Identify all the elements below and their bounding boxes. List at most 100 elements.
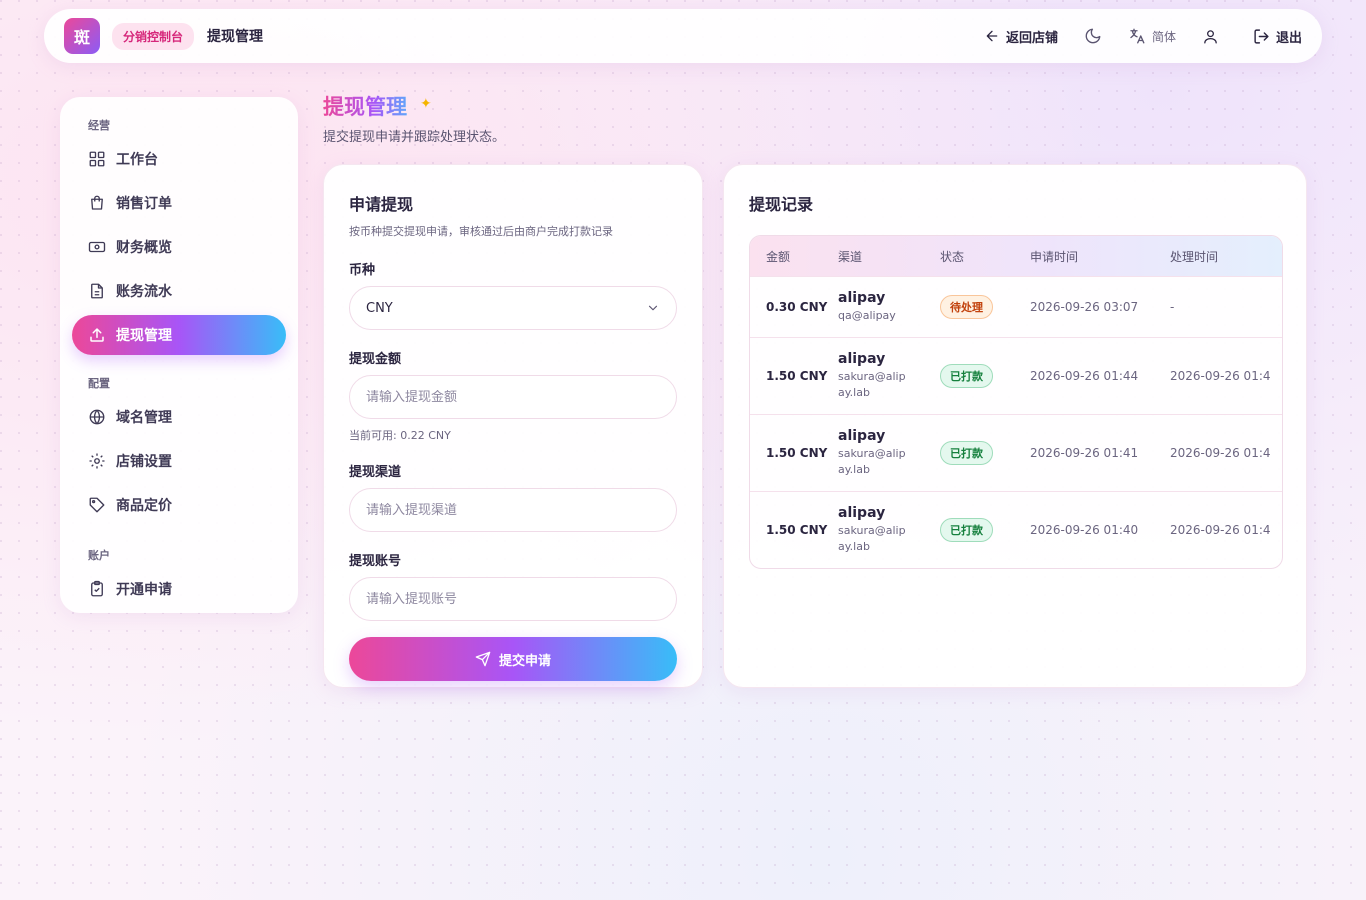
channel-field-wrap (349, 488, 677, 532)
row-applied-at: 2026-09-26 01:44 (1030, 369, 1139, 383)
row-channel-account: qa@alipay (838, 309, 896, 322)
send-icon (475, 651, 499, 667)
row-channel-account: sakura@alipay.lab (838, 447, 906, 476)
page-title: 提现管理 (323, 91, 407, 121)
row-amount: 0.30 CNY (766, 300, 828, 314)
sidebar-item-label: 店铺设置 (116, 454, 172, 470)
column-header: 状态 (940, 249, 965, 264)
amount-field-wrap (349, 375, 677, 419)
row-channel-account: sakura@alipay.lab (838, 370, 906, 399)
sidebar-item-dashboard[interactable]: 工作台 (72, 139, 286, 179)
back-to-store-label: 返回店铺 (1005, 30, 1058, 46)
page-subtitle: 提交提现申请并跟踪处理状态。 (323, 130, 506, 145)
account-label: 提现账号 (349, 554, 402, 569)
chevron-down-icon (646, 301, 660, 315)
sparkle-icon: ✦ (420, 96, 432, 112)
globe-icon (88, 408, 116, 426)
sidebar-item-label: 域名管理 (116, 410, 172, 426)
clipboard-check-icon (88, 580, 116, 598)
sidebar-item-label: 提现管理 (116, 328, 172, 344)
column-header: 申请时间 (1030, 249, 1079, 264)
status-badge: 已打款 (940, 518, 993, 542)
submit-label: 提交申请 (498, 653, 551, 669)
records-table: 金额 渠道 状态 申请时间 处理时间 0.30 CNY alipay qa@al… (749, 235, 1283, 569)
withdraw-records-card: 提现记录 金额 渠道 状态 申请时间 处理时间 0.30 CNY alipay … (723, 164, 1307, 688)
app-logo[interactable]: 斑 (64, 18, 100, 54)
row-channel-name: alipay (838, 290, 886, 306)
row-channel-name: alipay (838, 505, 886, 521)
status-badge: 已打款 (940, 441, 993, 465)
row-channel: alipay sakura@alipay.lab (838, 351, 940, 401)
logout-label: 退出 (1275, 30, 1302, 46)
logout-icon (1253, 28, 1276, 45)
sidebar-item-sales-orders[interactable]: 销售订单 (72, 183, 286, 223)
top-actions: 返回店铺 简体 退出 (984, 27, 1302, 46)
row-channel: alipay sakura@alipay.lab (838, 428, 940, 478)
row-applied-at: 2026-09-26 03:07 (1030, 300, 1139, 314)
sidebar-item-withdrawals[interactable]: 提现管理 (72, 315, 286, 355)
currency-value: CNY (366, 300, 393, 316)
table-header: 金额 渠道 状态 申请时间 处理时间 (750, 236, 1282, 276)
user-icon (1202, 28, 1225, 45)
sidebar-item-store-settings[interactable]: 店铺设置 (72, 441, 286, 481)
sidebar-group-label: 经营 (88, 119, 110, 132)
column-header: 处理时间 (1170, 249, 1219, 264)
language-label: 简体 (1151, 29, 1176, 44)
sidebar-item-domains[interactable]: 域名管理 (72, 397, 286, 437)
table-row: 1.50 CNY alipay sakura@alipay.lab 已打款 20… (750, 491, 1282, 568)
shopping-bag-icon (88, 194, 116, 212)
apply-card-title: 申请提现 (349, 195, 414, 214)
apply-card-description: 按币种提交提现申请，审核通过后由商户完成打款记录 (349, 225, 613, 238)
sidebar-item-label: 工作台 (116, 152, 158, 168)
table-row: 1.50 CNY alipay sakura@alipay.lab 已打款 20… (750, 414, 1282, 491)
account-field-wrap (349, 577, 677, 621)
amount-label: 提现金额 (349, 352, 402, 367)
sidebar-group-label: 配置 (88, 377, 110, 390)
user-profile-button[interactable] (1202, 28, 1225, 45)
banknote-icon (88, 238, 116, 256)
available-balance-hint: 当前可用: 0.22 CNY (349, 429, 451, 442)
row-amount: 1.50 CNY (766, 446, 828, 460)
sidebar-group-label: 账户 (88, 549, 110, 562)
amount-input[interactable] (366, 389, 660, 405)
row-channel-name: alipay (838, 428, 886, 444)
top-bar: 斑 分销控制台 提现管理 返回店铺 简体 退出 (44, 9, 1322, 63)
row-processed-at: 2026-09-26 01:4 (1170, 523, 1271, 537)
gear-icon (88, 452, 116, 470)
sidebar-item-activation[interactable]: 开通申请 (72, 569, 286, 609)
row-processed-at: 2026-09-26 01:4 (1170, 369, 1271, 383)
language-switch[interactable]: 简体 (1128, 27, 1176, 45)
column-header: 金额 (766, 249, 791, 264)
currency-label: 币种 (349, 263, 376, 278)
back-to-store-button[interactable]: 返回店铺 (984, 27, 1058, 46)
records-card-title: 提现记录 (749, 195, 814, 214)
sidebar-item-finance-overview[interactable]: 财务概览 (72, 227, 286, 267)
submit-withdraw-button[interactable]: 提交申请 (349, 637, 677, 681)
withdraw-apply-card: 申请提现 按币种提交提现申请，审核通过后由商户完成打款记录 币种 CNY 提现金… (323, 164, 703, 688)
logo-text: 斑 (73, 28, 90, 47)
logout-button[interactable]: 退出 (1253, 27, 1302, 46)
theme-toggle-button[interactable] (1084, 27, 1108, 45)
row-processed-at: 2026-09-26 01:4 (1170, 446, 1271, 460)
row-applied-at: 2026-09-26 01:41 (1030, 446, 1139, 460)
sidebar-item-pricing[interactable]: 商品定价 (72, 485, 286, 525)
currency-select[interactable]: CNY (349, 286, 677, 330)
translate-icon (1128, 27, 1152, 45)
channel-label: 提现渠道 (349, 465, 402, 480)
sidebar: 经营 工作台 销售订单 财务概览 账务流水 提现管理 配置 域名管理 店铺设置 … (60, 97, 298, 613)
row-channel: alipay qa@alipay (838, 290, 940, 324)
sidebar-item-label: 财务概览 (116, 240, 172, 256)
account-input[interactable] (366, 591, 660, 607)
sidebar-item-ledger[interactable]: 账务流水 (72, 271, 286, 311)
row-applied-at: 2026-09-26 01:40 (1030, 523, 1139, 537)
arrow-left-icon (984, 28, 1006, 44)
file-text-icon (88, 282, 116, 300)
moon-icon (1084, 27, 1108, 45)
upload-icon (88, 326, 116, 344)
row-channel-name: alipay (838, 351, 886, 367)
status-badge: 待处理 (940, 295, 993, 319)
channel-input[interactable] (366, 502, 660, 518)
status-badge: 已打款 (940, 364, 993, 388)
top-title: 提现管理 (207, 29, 264, 45)
tag-icon (88, 496, 116, 514)
